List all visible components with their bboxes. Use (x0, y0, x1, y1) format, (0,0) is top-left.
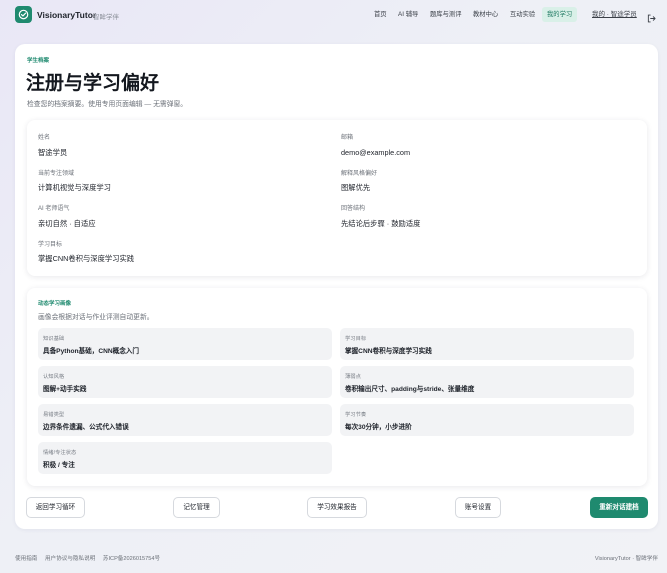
footer-brand: VisionaryTutor · 智眸学伴 (594, 556, 658, 562)
tile-label: 学习节奏 (345, 412, 367, 418)
tile-label: 学习目标 (345, 336, 367, 342)
nav-ai-tutor[interactable]: AI 辅导 (398, 7, 418, 22)
tile-error-types: 易错类型 边界条件遗漏、公式代入错误 (38, 404, 332, 436)
memory-management-button[interactable]: 记忆管理 (173, 497, 220, 518)
tone-label: AI 老师语气 (38, 206, 70, 212)
section-eyebrow: 学生档案 (27, 58, 50, 64)
email-value: demo@example.com (341, 148, 411, 157)
dynamic-eyebrow: 动态学习画像 (38, 301, 72, 307)
style-value: 图解优先 (341, 183, 371, 192)
tile-learning-pace: 学习节奏 每次30分钟，小步进阶 (340, 404, 634, 436)
back-to-loop-button[interactable]: 返回学习循环 (26, 497, 85, 518)
focus-value: 计算机视觉与深度学习 (38, 183, 111, 192)
goal-label: 学习目标 (38, 242, 63, 248)
tile-label: 情绪/专注状态 (43, 450, 77, 456)
account-settings-button[interactable]: 账号设置 (455, 497, 501, 518)
tile-label: 知识基础 (43, 336, 65, 342)
tile-label: 易错类型 (43, 412, 65, 418)
footer-policy-link[interactable]: 用户协议与隐私说明 (45, 556, 95, 562)
tile-label: 薄弱点 (345, 374, 361, 380)
brand-subtitle: 智眸学伴 (93, 14, 119, 21)
tile-learning-goal: 学习目标 掌握CNN卷积与深度学习实践 (340, 328, 634, 360)
nav-interactive-lab[interactable]: 互动实验 (510, 7, 535, 22)
tile-label: 认知风格 (43, 374, 65, 380)
footer-icp-link[interactable]: 苏ICP备2026015754号 (103, 556, 160, 562)
logo-icon[interactable] (15, 6, 32, 23)
user-profile-link[interactable]: 我的 · 智途学员 (592, 7, 637, 22)
goal-value: 掌握CNN卷积与深度学习实践 (38, 254, 135, 263)
tile-cognitive-style: 认知风格 图解+动手实践 (38, 366, 332, 398)
footer-guide-link[interactable]: 使用指南 (15, 556, 37, 562)
name-label: 姓名 (38, 135, 51, 141)
top-bar: VisionaryTutor 智眸学伴 首页 AI 辅导 题库与测评 教材中心 … (0, 0, 667, 30)
nav-my-learning[interactable]: 我的学习 (542, 7, 578, 22)
brand-name[interactable]: VisionaryTutor (37, 10, 96, 20)
tile-value: 卷积输出尺寸、padding与stride、张量维度 (345, 386, 475, 393)
tone-value: 亲切自然 · 自适应 (38, 219, 96, 228)
tile-knowledge-base: 知识基础 具备Python基础，CNN概念入门 (38, 328, 332, 360)
tile-weak-points: 薄弱点 卷积输出尺寸、padding与stride、张量维度 (340, 366, 634, 398)
footer-links: 使用指南 用户协议与隐私说明 苏ICP备2026015754号 (15, 554, 166, 562)
dynamic-description: 画像会根据对话与作业评测自动更新。 (38, 314, 154, 321)
nav-textbook-center[interactable]: 教材中心 (473, 7, 498, 22)
style-label: 解释风格偏好 (341, 171, 378, 177)
email-label: 邮箱 (341, 135, 354, 141)
tile-value: 边界条件遗漏、公式代入错误 (43, 424, 129, 431)
nav-home[interactable]: 首页 (374, 7, 387, 22)
rebuild-profile-button[interactable]: 重新对话建档 (590, 497, 648, 518)
focus-label: 当前专注领域 (38, 171, 75, 177)
page-description: 检查您的档案摘要。使用专用页面编辑 — 无需弹窗。 (27, 101, 188, 108)
tile-emotion-focus: 情绪/专注状态 积极 / 专注 (38, 442, 332, 474)
tile-value: 掌握CNN卷积与深度学习实践 (345, 348, 432, 355)
profile-summary-card: 姓名 智途学员 邮箱 demo@example.com 当前专注领域 计算机视觉… (27, 120, 647, 276)
tile-value: 积极 / 专注 (43, 462, 75, 469)
name-value: 智途学员 (38, 148, 68, 157)
learning-report-button[interactable]: 学习效果报告 (307, 497, 367, 518)
tile-value: 每次30分钟，小步进阶 (345, 424, 412, 431)
tile-value: 具备Python基础，CNN概念入门 (43, 348, 139, 355)
structure-label: 回答结构 (341, 206, 366, 212)
tile-value: 图解+动手实践 (43, 386, 87, 393)
dynamic-profile-card: 动态学习画像 画像会根据对话与作业评测自动更新。 知识基础 具备Python基础… (27, 288, 647, 486)
logout-icon[interactable] (647, 10, 656, 28)
page-title: 注册与学习偏好 (26, 73, 160, 94)
profile-main-card: 学生档案 注册与学习偏好 检查您的档案摘要。使用专用页面编辑 — 无需弹窗。 姓… (15, 44, 658, 529)
structure-value: 先结论后步骤 · 鼓励适度 (341, 219, 421, 228)
nav-question-bank[interactable]: 题库与测评 (430, 7, 461, 22)
